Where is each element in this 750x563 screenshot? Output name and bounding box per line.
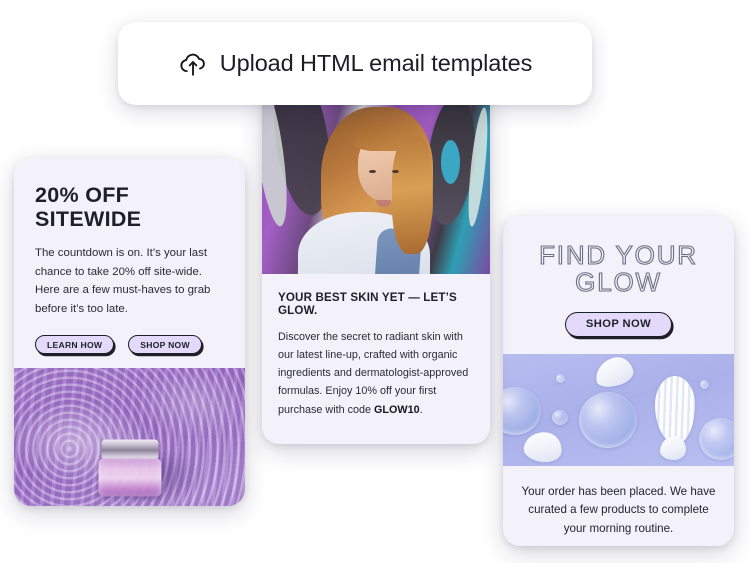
- left-card-copy: 20% OFF SITEWIDE The countdown is on. It…: [14, 158, 245, 318]
- left-card-headline: 20% OFF SITEWIDE: [35, 183, 142, 231]
- gel-droplets-image: [503, 353, 734, 466]
- right-card-button-row: SHOP NOW: [503, 296, 734, 354]
- left-card-button-row: LEARN HOW SHOP NOW: [14, 318, 245, 368]
- promo-card-sitewide[interactable]: 20% OFF SITEWIDE The countdown is on. It…: [14, 158, 245, 506]
- gel-droplet: [699, 380, 709, 390]
- learn-how-button[interactable]: LEARN HOW: [35, 335, 115, 355]
- cream-swatch: [521, 429, 564, 465]
- promo-card-find-your-glow[interactable]: FIND YOUR GLOW SHOP NOW Your order has b…: [503, 216, 734, 546]
- cream-jar-in-water-image: [14, 368, 245, 506]
- promo-code: GLOW10: [374, 403, 420, 416]
- gel-droplet: [556, 373, 566, 383]
- cream-swatch: [592, 353, 637, 391]
- cloud-upload-icon: [180, 53, 205, 76]
- cream-swatch-ridged: [654, 375, 695, 444]
- gel-droplet: [699, 418, 734, 461]
- middle-card-copy: YOUR BEST SKIN YET — LET’S GLOW. Discove…: [262, 274, 490, 419]
- gel-droplet: [579, 391, 638, 448]
- middle-card-headline: YOUR BEST SKIN YET — LET’S GLOW.: [278, 291, 457, 317]
- middle-card-body: Discover the secret to radiant skin with…: [278, 328, 474, 419]
- model-hair-front: [391, 136, 432, 255]
- woman-graffiti-wall-image: [262, 88, 490, 274]
- shop-now-button[interactable]: SHOP NOW: [564, 311, 673, 337]
- jar-lid: [101, 439, 158, 460]
- gel-droplet: [551, 409, 568, 425]
- right-card-hero: FIND YOUR GLOW: [503, 216, 734, 297]
- cream-jar: [98, 439, 161, 497]
- upload-html-templates-bar[interactable]: Upload HTML email templates: [118, 22, 592, 105]
- upload-bar-label: Upload HTML email templates: [219, 50, 533, 76]
- middle-card-body-tail: .: [419, 403, 423, 416]
- screenshot-stage: Upload HTML email templates 20% OFF SITE…: [0, 0, 750, 563]
- right-card-headline-line2: GLOW: [575, 266, 662, 297]
- gel-droplet: [503, 387, 542, 436]
- promo-card-best-skin[interactable]: YOUR BEST SKIN YET — LET’S GLOW. Discove…: [262, 88, 490, 444]
- cream-swatch: [659, 436, 686, 461]
- shop-now-button[interactable]: SHOP NOW: [128, 335, 202, 355]
- order-confirmation-note: Your order has been placed. We have cura…: [521, 484, 716, 536]
- left-card-body: The countdown is on. It’s your last chan…: [35, 247, 211, 315]
- right-card-headline-line1: FIND YOUR: [539, 240, 698, 270]
- jar-body: [98, 458, 161, 497]
